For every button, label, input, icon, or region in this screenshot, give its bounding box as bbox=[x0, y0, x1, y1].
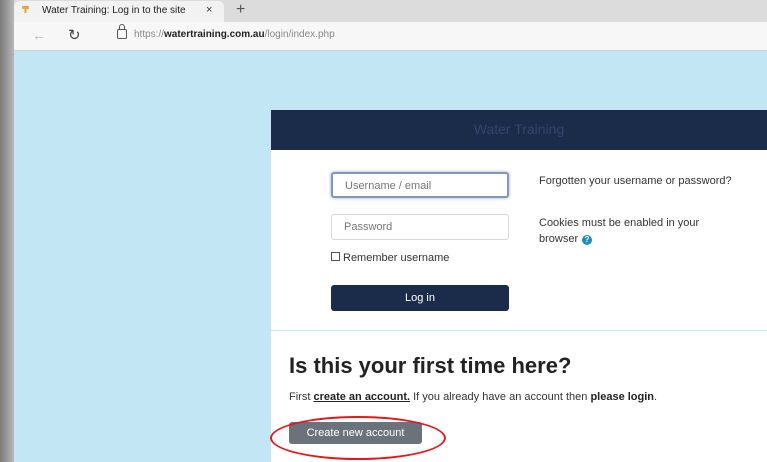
please-login-link[interactable]: please login bbox=[590, 391, 654, 403]
browser-tab-bar: ₸ Water Training: Log in to the site × + bbox=[14, 0, 767, 22]
new-tab-icon[interactable]: + bbox=[236, 1, 245, 19]
url-prefix: https:// bbox=[134, 29, 165, 40]
login-card: Water Training Username / email Password… bbox=[271, 110, 767, 330]
browser-tab[interactable]: ₸ Water Training: Log in to the site × bbox=[14, 1, 224, 22]
help-icon[interactable]: ? bbox=[582, 235, 593, 245]
login-card-header: Water Training bbox=[271, 110, 767, 150]
cookies-notice: Cookies must be enabled in your browser? bbox=[539, 215, 739, 247]
remember-username-label: Remember username bbox=[343, 252, 450, 264]
tab-title: Water Training: Log in to the site bbox=[42, 5, 186, 16]
password-input[interactable]: Password bbox=[331, 214, 509, 240]
window-edge-shadow bbox=[0, 0, 14, 462]
url-domain: watertraining.com.au bbox=[164, 29, 265, 40]
url-path: /login/index.php bbox=[264, 29, 335, 40]
instruction-text: First bbox=[289, 391, 314, 403]
create-account-link[interactable]: create an account. bbox=[313, 391, 410, 403]
forgot-password-link[interactable]: Forgotten your username or password? bbox=[539, 173, 739, 189]
close-tab-icon[interactable]: × bbox=[206, 4, 212, 16]
lock-icon[interactable] bbox=[117, 24, 127, 39]
cookies-text: Cookies must be enabled in your browser bbox=[539, 217, 700, 245]
site-logo-title: Water Training bbox=[473, 121, 565, 137]
back-arrow-icon[interactable]: ← bbox=[32, 27, 46, 43]
checkbox-box[interactable] bbox=[331, 252, 340, 261]
refresh-icon[interactable]: ↻ bbox=[68, 26, 81, 44]
page-content: Water Training Username / email Password… bbox=[14, 51, 767, 462]
first-time-heading: Is this your first time here? bbox=[289, 353, 572, 378]
site-favicon-icon: ₸ bbox=[22, 5, 29, 16]
signup-card: Is this your first time here? First crea… bbox=[271, 331, 767, 462]
url-field[interactable]: https://watertraining.com.au/login/index… bbox=[134, 29, 335, 40]
instruction-text-end: . bbox=[654, 391, 658, 403]
instruction-text-middle: If you already have an account then bbox=[410, 391, 591, 403]
create-new-account-button[interactable]: Create new account bbox=[289, 422, 422, 444]
address-bar: ← ↻ https://watertraining.com.au/login/i… bbox=[14, 22, 767, 51]
username-input[interactable]: Username / email bbox=[331, 172, 509, 198]
login-button[interactable]: Log in bbox=[331, 285, 509, 311]
remember-username-checkbox[interactable]: Remember username bbox=[331, 252, 449, 264]
signup-instructions: First create an account. If you already … bbox=[289, 391, 657, 403]
